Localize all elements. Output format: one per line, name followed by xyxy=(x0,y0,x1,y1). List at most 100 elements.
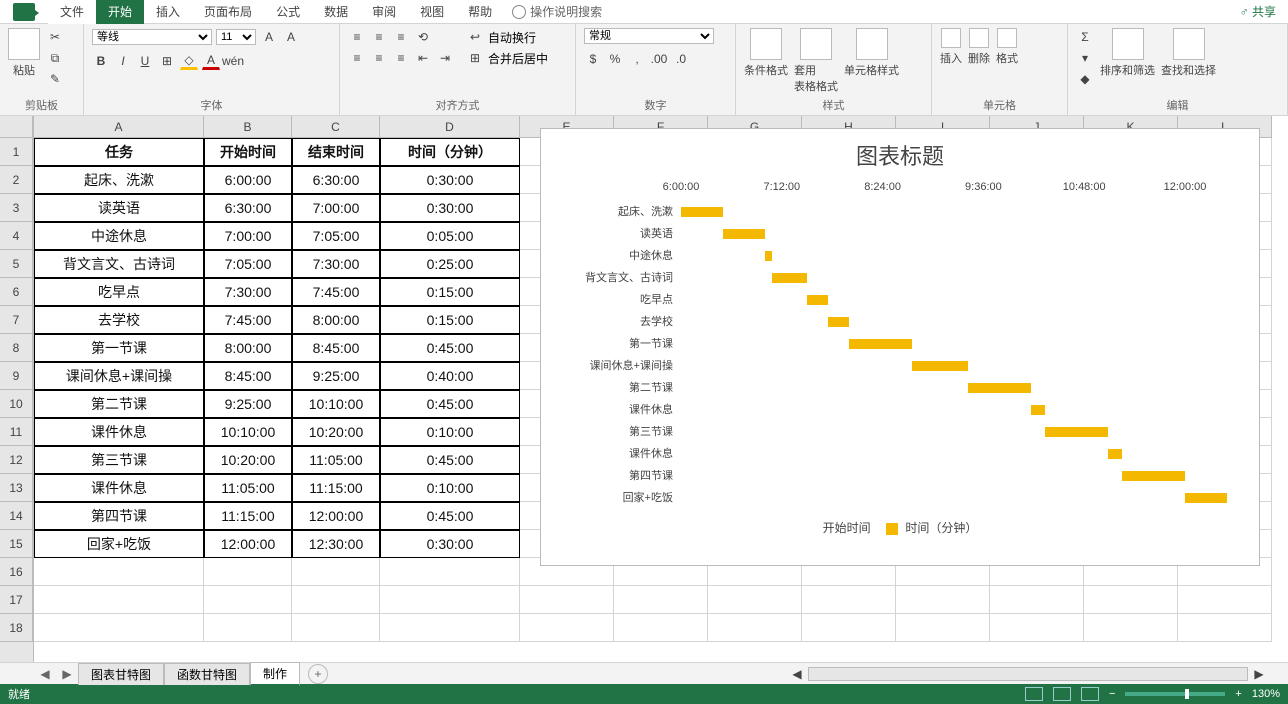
cell[interactable] xyxy=(204,586,292,614)
zoom-in-button[interactable]: + xyxy=(1235,688,1241,700)
find-select-button[interactable]: 查找和选择 xyxy=(1161,28,1216,78)
font-color-button[interactable]: A xyxy=(202,52,220,70)
row-header-8[interactable]: 8 xyxy=(0,334,33,362)
cell[interactable] xyxy=(802,614,896,642)
align-middle-button[interactable]: ≡ xyxy=(370,28,388,46)
cell[interactable]: 课件休息 xyxy=(34,418,204,446)
font-size-select[interactable]: 11 xyxy=(216,29,256,45)
italic-button[interactable]: I xyxy=(114,52,132,70)
increase-font-button[interactable]: A xyxy=(260,28,278,46)
cell[interactable]: 0:30:00 xyxy=(380,530,520,558)
align-center-button[interactable]: ≡ xyxy=(370,49,388,67)
cell[interactable]: 8:45:00 xyxy=(292,334,380,362)
menu-help[interactable]: 帮助 xyxy=(456,0,504,24)
cell[interactable]: 中途休息 xyxy=(34,222,204,250)
cell[interactable]: 11:15:00 xyxy=(292,474,380,502)
cell[interactable] xyxy=(896,586,990,614)
menu-review[interactable]: 审阅 xyxy=(360,0,408,24)
increase-decimal-button[interactable]: .00 xyxy=(650,50,668,68)
add-sheet-button[interactable]: + xyxy=(308,664,328,684)
zoom-out-button[interactable]: − xyxy=(1109,688,1115,700)
select-all-corner[interactable] xyxy=(0,116,33,138)
cell[interactable]: 开始时间 xyxy=(204,138,292,166)
cell[interactable]: 读英语 xyxy=(34,194,204,222)
clear-button[interactable]: ◆ xyxy=(1076,70,1094,88)
cell[interactable]: 起床、洗漱 xyxy=(34,166,204,194)
fill-button[interactable]: ▾ xyxy=(1076,49,1094,67)
cell[interactable]: 12:30:00 xyxy=(292,530,380,558)
view-page-break-button[interactable] xyxy=(1081,687,1099,701)
comma-button[interactable]: , xyxy=(628,50,646,68)
row-header-14[interactable]: 14 xyxy=(0,502,33,530)
cell[interactable] xyxy=(1084,614,1178,642)
zoom-level[interactable]: 130% xyxy=(1252,688,1280,700)
scroll-right-button[interactable]: ▶ xyxy=(1250,665,1268,683)
menu-tellme[interactable]: 操作说明搜索 xyxy=(504,0,610,24)
cell[interactable]: 任务 xyxy=(34,138,204,166)
insert-cells-button[interactable]: 插入 xyxy=(940,28,962,66)
menu-file[interactable]: 文件 xyxy=(48,0,96,24)
cell[interactable] xyxy=(520,614,614,642)
cell[interactable]: 第一节课 xyxy=(34,334,204,362)
align-left-button[interactable]: ≡ xyxy=(348,49,366,67)
cell[interactable]: 7:30:00 xyxy=(204,278,292,306)
menu-layout[interactable]: 页面布局 xyxy=(192,0,264,24)
view-page-layout-button[interactable] xyxy=(1053,687,1071,701)
cell[interactable] xyxy=(34,586,204,614)
cell[interactable] xyxy=(1084,586,1178,614)
wrap-text-button[interactable]: 自动换行 xyxy=(488,29,536,46)
delete-cells-button[interactable]: 删除 xyxy=(968,28,990,66)
cell[interactable] xyxy=(34,614,204,642)
cell[interactable]: 0:30:00 xyxy=(380,166,520,194)
percent-button[interactable]: % xyxy=(606,50,624,68)
cell[interactable] xyxy=(614,586,708,614)
cell[interactable] xyxy=(708,614,802,642)
cell[interactable] xyxy=(292,558,380,586)
cell[interactable]: 9:25:00 xyxy=(204,390,292,418)
fill-color-button[interactable]: ◇ xyxy=(180,52,198,70)
cell[interactable]: 0:40:00 xyxy=(380,362,520,390)
menu-formula[interactable]: 公式 xyxy=(264,0,312,24)
sort-filter-button[interactable]: 排序和筛选 xyxy=(1100,28,1155,78)
row-header-9[interactable]: 9 xyxy=(0,362,33,390)
cell[interactable]: 课件休息 xyxy=(34,474,204,502)
phonetic-button[interactable]: wén xyxy=(224,52,242,70)
align-bottom-button[interactable]: ≡ xyxy=(392,28,410,46)
cell[interactable]: 8:00:00 xyxy=(204,334,292,362)
cell[interactable] xyxy=(990,586,1084,614)
cell[interactable] xyxy=(802,586,896,614)
align-right-button[interactable]: ≡ xyxy=(392,49,410,67)
row-header-17[interactable]: 17 xyxy=(0,586,33,614)
scroll-left-button[interactable]: ◀ xyxy=(788,665,806,683)
cell[interactable]: 8:45:00 xyxy=(204,362,292,390)
indent-decrease-button[interactable]: ⇤ xyxy=(414,49,432,67)
cell[interactable]: 去学校 xyxy=(34,306,204,334)
tab-nav-next[interactable]: ▶ xyxy=(60,667,74,681)
cell[interactable] xyxy=(896,614,990,642)
cell[interactable]: 9:25:00 xyxy=(292,362,380,390)
merge-center-button[interactable]: 合并后居中 xyxy=(488,50,548,67)
sheet-tab-1[interactable]: 图表甘特图 xyxy=(78,663,164,685)
cell[interactable]: 7:45:00 xyxy=(292,278,380,306)
cell[interactable]: 吃早点 xyxy=(34,278,204,306)
row-header-4[interactable]: 4 xyxy=(0,222,33,250)
cell-style-button[interactable]: 单元格样式 xyxy=(844,28,899,78)
cell[interactable]: 第二节课 xyxy=(34,390,204,418)
col-header-A[interactable]: A xyxy=(34,116,204,138)
tab-nav-prev[interactable]: ◀ xyxy=(38,667,52,681)
cell[interactable]: 7:45:00 xyxy=(204,306,292,334)
row-header-11[interactable]: 11 xyxy=(0,418,33,446)
row-header-3[interactable]: 3 xyxy=(0,194,33,222)
sheet-tab-2[interactable]: 函数甘特图 xyxy=(164,663,250,685)
row-header-10[interactable]: 10 xyxy=(0,390,33,418)
cell[interactable]: 背文言文、古诗词 xyxy=(34,250,204,278)
cell[interactable] xyxy=(34,558,204,586)
row-header-13[interactable]: 13 xyxy=(0,474,33,502)
row-header-7[interactable]: 7 xyxy=(0,306,33,334)
font-select[interactable]: 等线 xyxy=(92,29,212,45)
row-header-1[interactable]: 1 xyxy=(0,138,33,166)
copy-button[interactable]: ⧉ xyxy=(46,49,64,67)
col-header-B[interactable]: B xyxy=(204,116,292,138)
table-format-button[interactable]: 套用 表格格式 xyxy=(794,28,838,94)
cell[interactable]: 6:30:00 xyxy=(292,166,380,194)
